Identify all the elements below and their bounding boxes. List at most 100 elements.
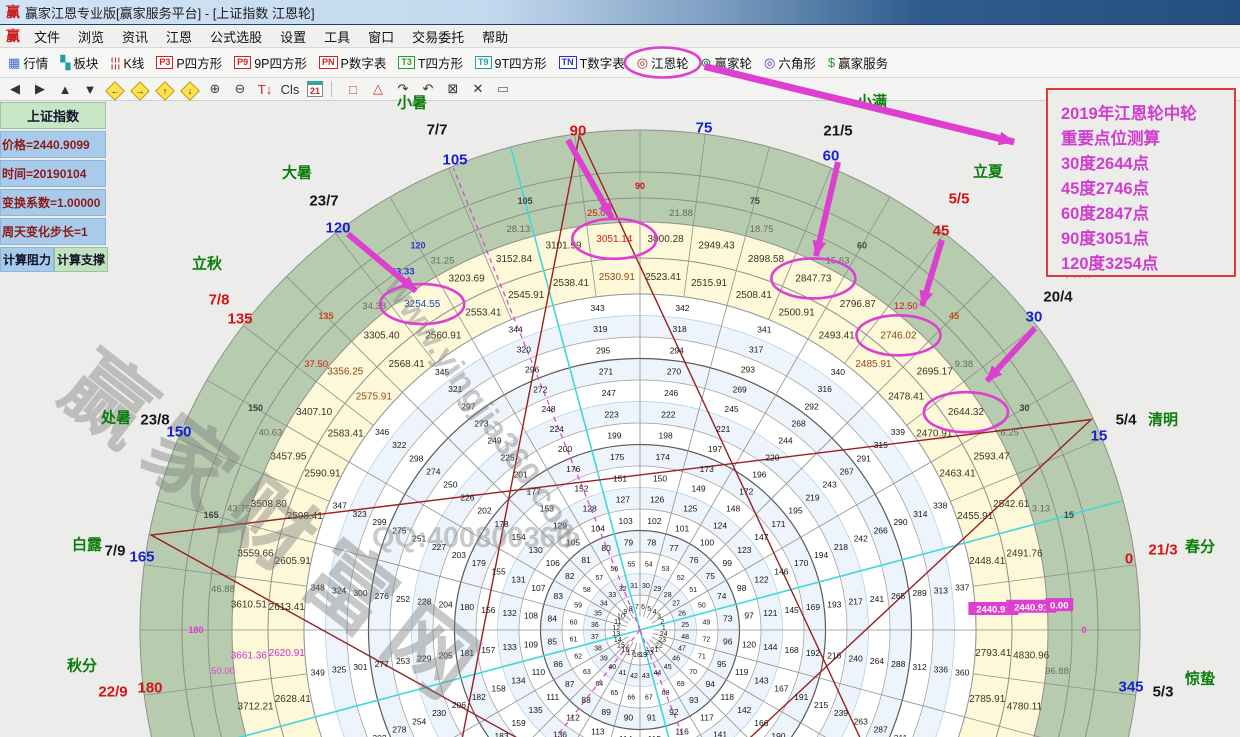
date-label-23-7: 23/7 xyxy=(309,193,338,210)
integer-spiral-label-value: 224 xyxy=(550,424,564,434)
percent-ring-label-value: 37.50 xyxy=(304,359,328,370)
integer-spiral-label-value: 65 xyxy=(610,690,618,697)
info-row-2: 变换系数=1.00000 xyxy=(0,189,106,216)
integer-spiral-label-value: 198 xyxy=(658,431,672,441)
integer-spiral-label-value: 33 xyxy=(608,592,616,599)
band2-price-label-value: 2628.41 xyxy=(275,694,312,705)
integer-spiral-label-value: 77 xyxy=(669,543,679,553)
integer-spiral-label-value: 217 xyxy=(849,597,863,607)
integer-spiral-label-value: 294 xyxy=(670,345,684,355)
integer-spiral-label-value: 23 xyxy=(658,637,666,644)
integer-spiral-label-value: 264 xyxy=(870,656,884,666)
date-label-5-4: 5/4 xyxy=(1116,412,1137,429)
integer-spiral-label-value: 278 xyxy=(392,725,406,735)
integer-spiral-label-value: 55 xyxy=(627,562,635,569)
integer-spiral-label-value: 222 xyxy=(661,409,675,419)
integer-spiral-label-value: 31 xyxy=(630,583,638,590)
integer-spiral-label-value: 325 xyxy=(332,665,346,675)
band2-price-label-value: 2530.91 xyxy=(599,272,636,283)
percent-ring-label-value: 9.38 xyxy=(955,359,974,370)
band2-price-label-value: 2478.41 xyxy=(888,392,925,403)
integer-spiral-label-value: 267 xyxy=(840,466,854,476)
integer-spiral-label-value: 38 xyxy=(594,645,602,652)
integer-spiral-label-value: 4 xyxy=(653,609,657,616)
integer-spiral-label-value: 169 xyxy=(806,602,820,612)
band1-price-label-value: 3356.25 xyxy=(327,367,364,378)
integer-spiral-label-value: 149 xyxy=(691,484,705,494)
integer-spiral-label-value: 143 xyxy=(754,675,768,685)
integer-spiral-label-value: 251 xyxy=(412,534,426,544)
integer-spiral-label-value: 320 xyxy=(517,345,531,355)
integer-spiral-label-value: 84 xyxy=(548,613,558,623)
integer-spiral-label-value: 141 xyxy=(713,729,727,737)
integer-spiral-label-value: 74 xyxy=(717,591,727,601)
integer-spiral-label-value: 288 xyxy=(891,659,905,669)
integer-spiral-label-value: 263 xyxy=(854,716,868,726)
integer-spiral-label-value: 142 xyxy=(737,705,751,715)
integer-spiral-label-value: 34 xyxy=(600,600,608,607)
integer-spiral-label-value: 172 xyxy=(739,487,753,497)
integer-spiral-label-value: 120 xyxy=(742,639,756,649)
integer-spiral-label-value: 227 xyxy=(432,542,446,552)
integer-spiral-label-value: 318 xyxy=(673,324,687,334)
integer-spiral-label-value: 133 xyxy=(503,642,517,652)
integer-spiral-label-value: 266 xyxy=(874,525,888,535)
perimeter-degree-180: 180 xyxy=(137,680,162,697)
integer-spiral-label-value: 183 xyxy=(494,731,508,737)
integer-spiral-label-value: 153 xyxy=(540,504,554,514)
integer-spiral-label-value: 101 xyxy=(675,523,689,533)
calc-button-0[interactable]: 计算阻力 xyxy=(0,247,54,272)
integer-spiral-label-value: 339 xyxy=(891,427,905,437)
integer-spiral-label-value: 135 xyxy=(529,705,543,715)
integer-spiral-label-value: 197 xyxy=(708,444,722,454)
callout-line-3: 45度2746点 xyxy=(1061,177,1234,202)
date-label-22-9: 22/9 xyxy=(98,684,127,701)
integer-spiral-label-value: 178 xyxy=(494,519,508,529)
integer-spiral-label-value: 136 xyxy=(553,729,567,737)
integer-spiral-label-value: 72 xyxy=(703,637,711,644)
integer-spiral-label-value: 337 xyxy=(955,583,969,593)
integer-spiral-label-value: 344 xyxy=(509,325,523,335)
integer-spiral-label-value: 8 xyxy=(629,606,633,613)
band1-price-label-value: 2542.61 xyxy=(993,499,1030,510)
app-window: 赢 赢家江恩专业版[赢家服务平台] - [上证指数 江恩轮] 赢 文件浏览资讯江… xyxy=(0,0,1240,737)
current-price-value: 2440.91 xyxy=(976,605,1011,616)
perimeter-degree-75: 75 xyxy=(696,120,713,137)
calc-button-1[interactable]: 计算支撑 xyxy=(54,247,108,272)
integer-spiral-label-value: 155 xyxy=(492,566,506,576)
integer-spiral-label-value: 66 xyxy=(627,694,635,701)
integer-spiral-label-value: 300 xyxy=(353,588,367,598)
date-label-21-3: 21/3 xyxy=(1148,542,1177,559)
integer-spiral-label-value: 194 xyxy=(814,550,828,560)
integer-spiral-label-value: 146 xyxy=(774,566,788,576)
integer-spiral-label-value: 32 xyxy=(619,586,627,593)
percent-ring-label-value: 12.50 xyxy=(894,301,918,312)
integer-spiral-label-value: 29 xyxy=(654,586,662,593)
integer-spiral-label-value: 345 xyxy=(435,367,449,377)
integer-spiral-label-value: 205 xyxy=(439,651,453,661)
band1-price-label-value: 3559.66 xyxy=(237,549,274,560)
integer-spiral-label-value: 90 xyxy=(624,713,634,723)
integer-spiral-label-value: 296 xyxy=(525,364,539,374)
integer-spiral-label-value: 241 xyxy=(870,594,884,604)
integer-spiral-label-value: 245 xyxy=(724,404,738,414)
integer-spiral-label-value: 270 xyxy=(667,367,681,377)
integer-spiral-label-value: 43 xyxy=(642,673,650,680)
integer-spiral-label-value: 228 xyxy=(417,597,431,607)
integer-spiral-label-value: 68 xyxy=(662,690,670,697)
integer-spiral-label-value: 223 xyxy=(605,409,619,419)
solar-term-label: 大暑 xyxy=(282,162,312,183)
integer-spiral-label-value: 206 xyxy=(452,700,466,710)
integer-spiral-label-value: 323 xyxy=(353,509,367,519)
integer-spiral-label-value: 221 xyxy=(716,424,730,434)
integer-spiral-label-value: 58 xyxy=(583,587,591,594)
integer-spiral-label-value: 99 xyxy=(723,558,733,568)
integer-spiral-label-value: 110 xyxy=(532,667,546,677)
percent-ring-label-value: 3.13 xyxy=(1032,503,1051,514)
annotation-callout-box: 2019年江恩轮中轮重要点位测算30度2644点45度2746点60度2847点… xyxy=(1046,88,1236,277)
integer-spiral-label-value: 322 xyxy=(392,440,406,450)
integer-spiral-label-value: 200 xyxy=(558,444,572,454)
perimeter-degree-150: 150 xyxy=(166,424,191,441)
integer-spiral-label-value: 7 xyxy=(635,604,639,611)
integer-spiral-label-value: 240 xyxy=(849,653,863,663)
